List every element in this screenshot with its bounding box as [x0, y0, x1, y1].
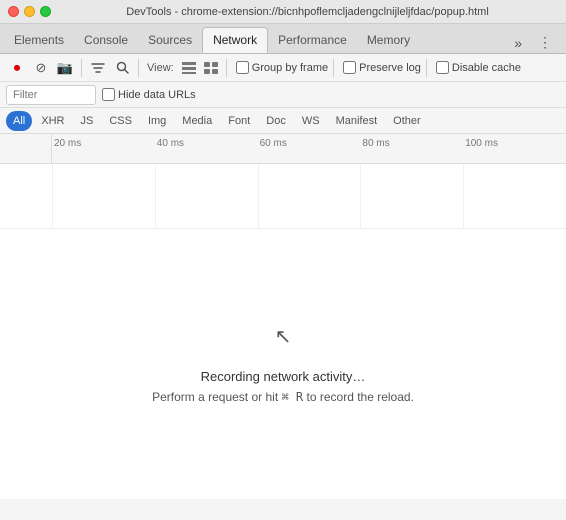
close-button[interactable] [8, 6, 19, 17]
timeline-tick-80ms: 80 ms [360, 134, 389, 163]
timeline-tick-40ms: 40 ms [155, 134, 184, 163]
devtools-settings-button[interactable]: ⋮ [532, 32, 558, 53]
grid-line-2 [258, 164, 259, 228]
disable-cache-group: Disable cache [436, 61, 521, 74]
timeline-tick-100ms: 100 ms [463, 134, 498, 163]
hide-data-urls-checkbox[interactable] [102, 88, 115, 101]
disable-cache-label[interactable]: Disable cache [452, 62, 521, 74]
disable-cache-checkbox[interactable] [436, 61, 449, 74]
screenshot-button[interactable]: 📷 [54, 57, 76, 79]
tab-extras: » ⋮ [508, 32, 562, 53]
record-button[interactable]: ⏺ [6, 57, 28, 79]
shortcut-key: ⌘ R [281, 390, 303, 404]
type-filter-bar: All XHR JS CSS Img Media Font Doc WS Man… [0, 108, 566, 134]
grid-line-0 [52, 164, 53, 228]
group-by-frame-label[interactable]: Group by frame [252, 62, 328, 74]
type-filter-other[interactable]: Other [386, 111, 428, 131]
type-filter-all[interactable]: All [6, 111, 32, 131]
preserve-log-label[interactable]: Preserve log [359, 62, 421, 74]
maximize-button[interactable] [40, 6, 51, 17]
type-filter-ws[interactable]: WS [295, 111, 327, 131]
grid-line-3 [360, 164, 361, 228]
network-toolbar: ⏺ ⊘ 📷 View: Group by frame [0, 54, 566, 82]
tab-performance[interactable]: Performance [268, 27, 357, 53]
minimize-button[interactable] [24, 6, 35, 17]
list-icon [182, 62, 196, 74]
search-button[interactable] [111, 57, 133, 79]
filter-input[interactable] [6, 85, 96, 105]
tab-memory[interactable]: Memory [357, 27, 420, 53]
separator-3 [226, 59, 227, 77]
type-filter-doc[interactable]: Doc [259, 111, 293, 131]
timeline-axis: 20 ms 40 ms 60 ms 80 ms 100 ms [52, 134, 566, 163]
group-by-frame-group: Group by frame [236, 61, 328, 74]
empty-state: ↖ Recording network activity… Perform a … [0, 229, 566, 499]
clear-button[interactable]: ⊘ [30, 57, 52, 79]
grid-line-4 [463, 164, 464, 228]
type-filter-font[interactable]: Font [221, 111, 257, 131]
cursor-icon: ↖ [275, 324, 292, 349]
tab-console[interactable]: Console [74, 27, 138, 53]
grid-line-1 [155, 164, 156, 228]
tab-network[interactable]: Network [202, 27, 268, 53]
traffic-lights [8, 6, 51, 17]
type-filter-css[interactable]: CSS [102, 111, 139, 131]
type-filter-js[interactable]: JS [73, 111, 100, 131]
separator-1 [81, 59, 82, 77]
timeline-label-col [0, 134, 52, 163]
search-icon [116, 61, 129, 74]
more-tabs-button[interactable]: » [508, 33, 528, 53]
separator-5 [426, 59, 427, 77]
recording-text: Recording network activity… [201, 369, 366, 384]
instruction-suffix: to record the reload. [303, 390, 414, 404]
group-by-frame-checkbox[interactable] [236, 61, 249, 74]
list-view-button[interactable] [179, 58, 199, 78]
filter-icon [91, 61, 105, 75]
group-icon [204, 62, 218, 74]
timeline-tick-60ms: 60 ms [258, 134, 287, 163]
tab-sources[interactable]: Sources [138, 27, 202, 53]
separator-4 [333, 59, 334, 77]
type-filter-media[interactable]: Media [175, 111, 219, 131]
empty-instruction: Perform a request or hit ⌘ R to record t… [152, 390, 414, 404]
title-bar: DevTools - chrome-extension://bicnhpofle… [0, 0, 566, 24]
waterfall-grid [52, 164, 566, 228]
type-filter-manifest[interactable]: Manifest [329, 111, 385, 131]
separator-2 [138, 59, 139, 77]
type-filter-img[interactable]: Img [141, 111, 173, 131]
preserve-log-group: Preserve log [343, 61, 421, 74]
window-title: DevTools - chrome-extension://bicnhpofle… [57, 6, 558, 18]
filter-button[interactable] [87, 57, 109, 79]
waterfall-area [0, 164, 566, 229]
filter-bar: Hide data URLs [0, 82, 566, 108]
instruction-prefix: Perform a request or hit [152, 390, 281, 404]
group-view-button[interactable] [201, 58, 221, 78]
main-tabs: Elements Console Sources Network Perform… [0, 24, 566, 54]
tab-elements[interactable]: Elements [4, 27, 74, 53]
hide-data-urls-label[interactable]: Hide data URLs [102, 88, 196, 101]
timeline-header: 20 ms 40 ms 60 ms 80 ms 100 ms [0, 134, 566, 164]
timeline-tick-20ms: 20 ms [52, 134, 81, 163]
preserve-log-checkbox[interactable] [343, 61, 356, 74]
type-filter-xhr[interactable]: XHR [34, 111, 71, 131]
view-label: View: [147, 62, 174, 74]
